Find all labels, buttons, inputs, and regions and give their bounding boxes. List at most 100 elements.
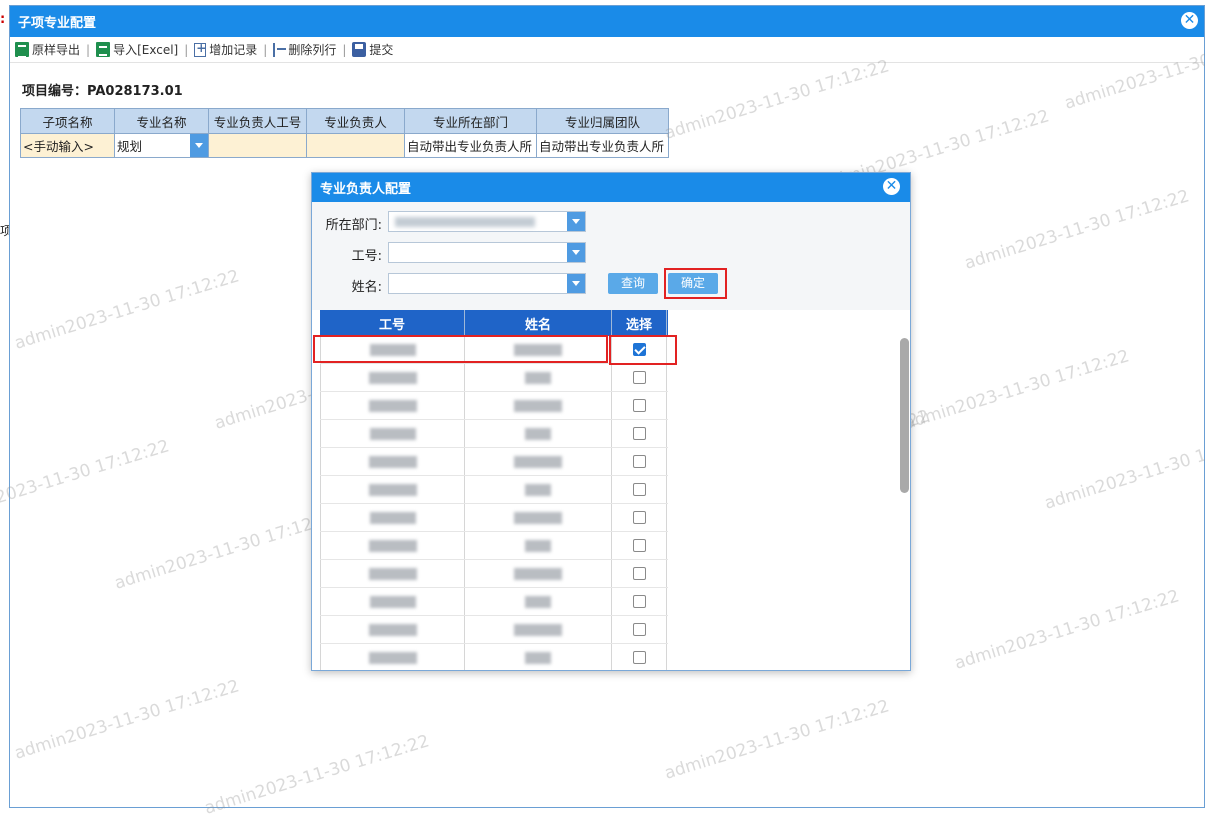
- staff-id-cell: [320, 532, 465, 559]
- select-checkbox[interactable]: [632, 511, 646, 524]
- col-header-team: 专业归属团队: [536, 108, 669, 134]
- lead-name-cell[interactable]: [306, 133, 405, 158]
- select-cell: [612, 560, 667, 587]
- table-row[interactable]: [320, 336, 668, 364]
- select-cell: [612, 616, 667, 643]
- redacted-id: [368, 567, 417, 580]
- staff-name-cell: [465, 420, 612, 447]
- redacted-id: [368, 539, 417, 552]
- redacted-id: [369, 511, 416, 524]
- select-cell: [612, 392, 667, 419]
- window-title-bar: 子项专业配置 ✕: [10, 6, 1204, 37]
- staff-name-cell: [465, 560, 612, 587]
- dialog-title: 专业负责人配置: [320, 182, 412, 197]
- project-number-label: 项目编号：: [22, 84, 88, 99]
- table-row[interactable]: [320, 476, 668, 504]
- select-cell: [612, 644, 667, 670]
- redacted-name: [514, 343, 562, 356]
- window-title: 子项专业配置: [18, 16, 97, 31]
- redacted-name: [525, 539, 551, 552]
- staff-id-cell: [320, 448, 465, 475]
- table-row[interactable]: [320, 504, 668, 532]
- lead-id-cell[interactable]: [208, 133, 307, 158]
- select-cell: [612, 364, 667, 391]
- staff-name-cell: [465, 532, 612, 559]
- vertical-scrollbar[interactable]: [900, 338, 909, 493]
- select-checkbox[interactable]: [632, 539, 646, 552]
- select-checkbox[interactable]: [632, 343, 646, 356]
- name-label: 姓名:: [351, 280, 382, 295]
- redacted-name: [525, 651, 551, 664]
- import-excel-button[interactable]: 导入[Excel]: [93, 41, 181, 58]
- staff-id-cell: [320, 560, 465, 587]
- toolbar-separator: |: [263, 42, 268, 57]
- col-header-lead-id: 专业负责人工号: [208, 108, 307, 134]
- select-checkbox[interactable]: [632, 455, 646, 468]
- redacted-name: [514, 399, 562, 412]
- table-row[interactable]: [320, 364, 668, 392]
- background-colon: :: [0, 12, 6, 27]
- table-row[interactable]: [320, 532, 668, 560]
- staff-name-cell: [465, 644, 612, 670]
- toolbar: 原样导出 | 导入[Excel] | 增加记录 | 删除列行 | 提交: [10, 37, 1204, 63]
- excel-import-icon: [96, 42, 111, 57]
- redacted-id: [369, 427, 416, 440]
- query-button[interactable]: 查询: [608, 273, 658, 294]
- chevron-down-icon[interactable]: [567, 212, 585, 231]
- redacted-name: [525, 427, 551, 440]
- staff-name-cell: [465, 336, 612, 363]
- staff-id-cell: [320, 476, 465, 503]
- table-row[interactable]: [320, 448, 668, 476]
- export-button[interactable]: 原样导出: [12, 41, 83, 58]
- toolbar-separator: |: [184, 42, 189, 57]
- subitem-name-cell[interactable]: <手动输入>: [20, 133, 115, 158]
- select-checkbox[interactable]: [632, 483, 646, 496]
- staff-id-cell: [320, 588, 465, 615]
- select-checkbox[interactable]: [632, 567, 646, 580]
- redacted-name: [525, 483, 551, 496]
- table-row[interactable]: [320, 588, 668, 616]
- redacted-id: [368, 399, 417, 412]
- id-field[interactable]: [388, 242, 586, 263]
- table-row[interactable]: [320, 560, 668, 588]
- dialog-close-icon[interactable]: ✕: [883, 178, 900, 195]
- submit-button[interactable]: 提交: [349, 41, 396, 58]
- staff-name-cell: [465, 364, 612, 391]
- table-row[interactable]: [320, 420, 668, 448]
- select-checkbox[interactable]: [632, 623, 646, 636]
- table-row[interactable]: [320, 644, 668, 670]
- select-cell: [612, 504, 667, 531]
- chevron-down-icon[interactable]: [567, 274, 585, 293]
- col-header-subitem-name: 子项名称: [20, 108, 115, 134]
- redacted-id: [369, 343, 416, 356]
- dept-select[interactable]: [388, 211, 586, 232]
- select-checkbox[interactable]: [632, 371, 646, 384]
- select-checkbox[interactable]: [632, 595, 646, 608]
- select-cell: [612, 588, 667, 615]
- redacted-name: [514, 455, 562, 468]
- add-record-button[interactable]: 增加记录: [191, 41, 260, 58]
- redacted-id: [368, 651, 417, 664]
- select-checkbox[interactable]: [632, 399, 646, 412]
- chevron-down-icon[interactable]: [567, 243, 585, 262]
- staff-id-cell: [320, 336, 465, 363]
- select-cell: [612, 476, 667, 503]
- chevron-down-icon[interactable]: [190, 134, 208, 157]
- select-checkbox[interactable]: [632, 427, 646, 440]
- table-row[interactable]: [320, 392, 668, 420]
- table-row[interactable]: [320, 616, 668, 644]
- select-checkbox[interactable]: [632, 651, 646, 664]
- add-record-icon: [194, 41, 206, 57]
- redacted-name: [514, 623, 562, 636]
- delete-row-button[interactable]: 删除列行: [270, 41, 339, 58]
- staff-name-cell: [465, 448, 612, 475]
- confirm-button[interactable]: 确定: [668, 273, 718, 294]
- name-field[interactable]: [388, 273, 586, 294]
- window-close-icon[interactable]: ✕: [1181, 12, 1198, 29]
- staff-id-cell: [320, 504, 465, 531]
- excel-export-icon: [15, 42, 29, 58]
- discipline-select[interactable]: 规划: [114, 133, 209, 158]
- project-number: 项目编号：PA028173.01: [22, 80, 183, 99]
- id-label: 工号:: [351, 249, 382, 264]
- grid-body: [320, 336, 668, 670]
